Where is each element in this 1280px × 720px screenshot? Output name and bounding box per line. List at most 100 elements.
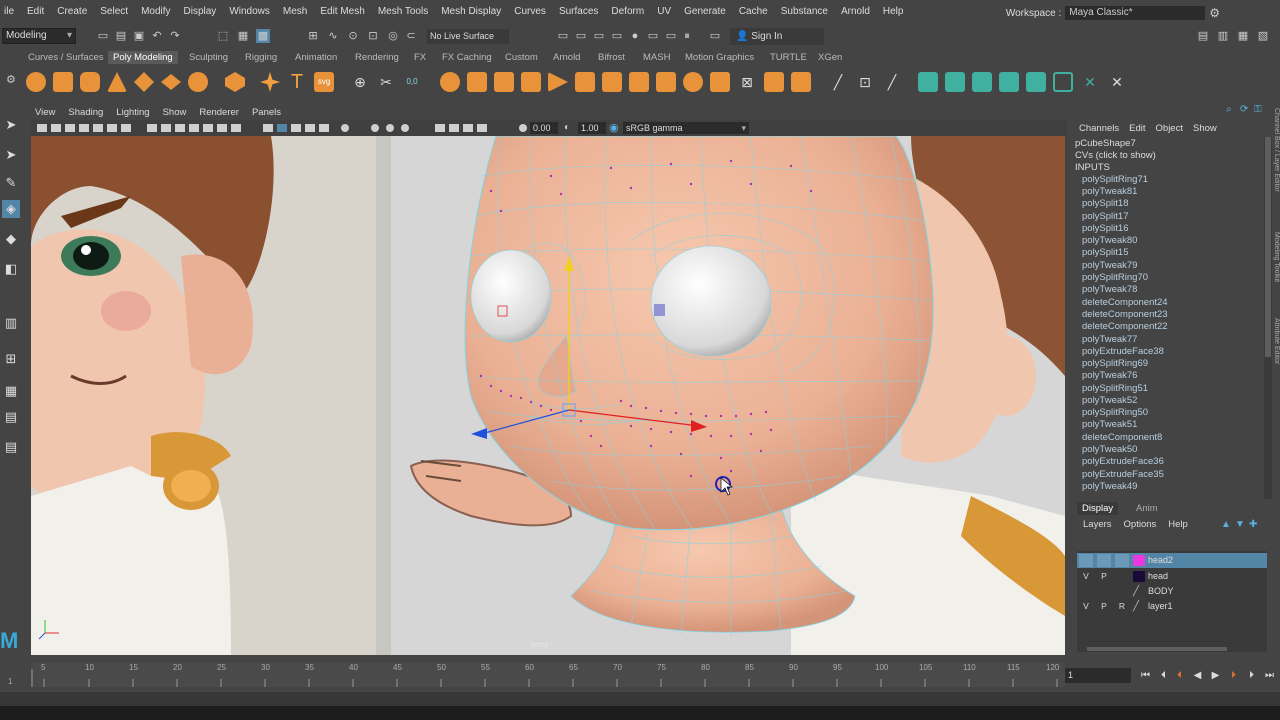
layer-color-swatch[interactable] bbox=[1133, 571, 1145, 582]
panel-menu-panels[interactable]: Panels bbox=[252, 107, 281, 118]
menu-deform[interactable]: Deform bbox=[611, 6, 644, 17]
move-tool-icon[interactable]: ◈ bbox=[2, 200, 20, 218]
layer-playback-toggle[interactable] bbox=[1097, 585, 1111, 598]
lasso-tool-icon[interactable]: ➤ bbox=[2, 146, 20, 164]
uv-cut-icon[interactable]: ✕ bbox=[1080, 72, 1100, 92]
menu-mesh[interactable]: Mesh bbox=[283, 6, 307, 17]
play-backward-icon[interactable]: ◀ bbox=[1190, 668, 1205, 683]
panel-menu-shading[interactable]: Shading bbox=[68, 107, 103, 118]
menu-edit-mesh[interactable]: Edit Mesh bbox=[320, 6, 364, 17]
render-setup-icon[interactable]: ▭ bbox=[646, 29, 660, 43]
uv-editor-icon[interactable] bbox=[1053, 72, 1073, 92]
shelf-tab-motion-graphics[interactable]: Motion Graphics bbox=[685, 52, 754, 63]
input-node[interactable]: polyTweak81 bbox=[1082, 186, 1137, 197]
render-view-icon[interactable]: ▭ bbox=[574, 29, 588, 43]
uv-planar-icon[interactable] bbox=[918, 72, 938, 92]
go-to-end-icon[interactable]: ⏭ bbox=[1262, 668, 1277, 683]
separate-icon[interactable]: ✂ bbox=[376, 72, 396, 92]
view-transform-dropdown[interactable]: sRGB gamma ▾ bbox=[623, 122, 749, 134]
hypershade-icon[interactable]: ● bbox=[628, 29, 642, 43]
move-layer-down-icon[interactable]: ▼ bbox=[1235, 519, 1245, 530]
menu-windows[interactable]: Windows bbox=[229, 6, 270, 17]
layer-name[interactable]: layer1 bbox=[1148, 601, 1173, 611]
layer-color-swatch[interactable] bbox=[1133, 555, 1145, 566]
current-frame-field[interactable]: 1 bbox=[1065, 668, 1131, 683]
render-settings-icon[interactable]: ▭ bbox=[610, 29, 624, 43]
shelf-tab-rigging[interactable]: Rigging bbox=[245, 52, 277, 63]
sign-in-button[interactable]: 👤 Sign In bbox=[730, 28, 824, 45]
shelf-tab-bifrost[interactable]: Bifrost bbox=[598, 52, 625, 63]
single-perspective-layout-icon[interactable]: ▥ bbox=[2, 314, 20, 332]
input-node[interactable]: polyExtrudeFace38 bbox=[1082, 346, 1164, 357]
multi-cut-icon[interactable] bbox=[710, 72, 730, 92]
light-editor-icon[interactable]: ▭ bbox=[664, 29, 678, 43]
modeling-toolkit-icon[interactable]: ▭ bbox=[708, 29, 722, 43]
slide-edge-icon[interactable]: ╱ bbox=[882, 72, 902, 92]
input-node[interactable]: polyTweak76 bbox=[1082, 370, 1137, 381]
menu-set-dropdown[interactable]: Modeling bbox=[2, 28, 76, 44]
ipr-render-icon[interactable]: ▭ bbox=[592, 29, 606, 43]
menu-edit[interactable]: Edit bbox=[27, 6, 44, 17]
layer-tab-anim[interactable]: Anim bbox=[1131, 502, 1163, 515]
shelf-tab-arnold[interactable]: Arnold bbox=[553, 52, 580, 63]
panel-toolbar-icons[interactable] bbox=[35, 120, 535, 136]
channel-box-scrollbar[interactable] bbox=[1264, 137, 1272, 499]
channel-box-menu-object[interactable]: Object bbox=[1156, 123, 1183, 134]
layer-visibility-toggle[interactable]: V bbox=[1079, 600, 1093, 613]
perspective-viewport[interactable]: persp bbox=[31, 136, 1065, 655]
shelf-tab-mash[interactable]: MASH bbox=[643, 52, 670, 63]
input-node[interactable]: polyExtrudeFace35 bbox=[1082, 469, 1164, 480]
menu-file[interactable]: ile bbox=[4, 6, 14, 17]
redo-icon[interactable]: ↷ bbox=[168, 29, 182, 43]
layer-menu-options[interactable]: Options bbox=[1124, 519, 1157, 530]
input-node[interactable]: deleteComponent24 bbox=[1082, 297, 1168, 308]
toggle-channel-box-icon[interactable]: ▧ bbox=[1256, 29, 1270, 43]
far-clip-field[interactable]: 1.00 bbox=[578, 122, 606, 134]
cvs-toggle[interactable]: CVs (click to show) bbox=[1075, 150, 1156, 161]
boolean-union-icon[interactable] bbox=[467, 72, 487, 92]
layer-visibility-toggle[interactable] bbox=[1079, 554, 1093, 567]
side-tab-modeling-toolkit[interactable]: Modeling Toolkit bbox=[1272, 232, 1280, 307]
connect-icon[interactable] bbox=[764, 72, 784, 92]
shelf-tab-poly-modeling[interactable]: Poly Modeling bbox=[108, 51, 178, 64]
svg-tool-icon[interactable]: svg bbox=[314, 72, 334, 92]
shelf-tab-rendering[interactable]: Rendering bbox=[355, 52, 399, 63]
paint-select-tool-icon[interactable]: ✎ bbox=[2, 174, 20, 192]
layer-color-swatch[interactable]: ╱ bbox=[1133, 586, 1145, 597]
fill-hole-icon[interactable] bbox=[656, 72, 676, 92]
menu-create[interactable]: Create bbox=[57, 6, 87, 17]
play-forward-icon[interactable]: ▶ bbox=[1208, 668, 1223, 683]
select-tool-icon[interactable]: ➤ bbox=[2, 116, 20, 134]
snap-magnet-icon[interactable]: ⊂ bbox=[404, 29, 418, 43]
layer-row[interactable]: V P head bbox=[1077, 569, 1267, 584]
poly-torus-icon[interactable] bbox=[161, 74, 181, 90]
type-tool-icon[interactable]: T bbox=[287, 72, 307, 92]
menu-generate[interactable]: Generate bbox=[684, 6, 726, 17]
layer-row[interactable]: ╱ BODY bbox=[1077, 584, 1267, 599]
make-hole-icon[interactable] bbox=[683, 72, 703, 92]
super-shape-icon[interactable] bbox=[260, 72, 280, 92]
menu-surfaces[interactable]: Surfaces bbox=[559, 6, 598, 17]
scrollbar-thumb[interactable] bbox=[1087, 647, 1227, 651]
uv-sew-icon[interactable]: ✕ bbox=[1107, 72, 1127, 92]
snap-point-icon[interactable]: ⊙ bbox=[346, 29, 360, 43]
channel-box-key-icon[interactable]: ⚿ bbox=[1254, 104, 1262, 115]
input-node[interactable]: polySplitRing70 bbox=[1082, 272, 1148, 283]
extrude-icon[interactable] bbox=[548, 72, 568, 92]
menu-modify[interactable]: Modify bbox=[141, 6, 170, 17]
menu-arnold[interactable]: Arnold bbox=[841, 6, 870, 17]
channel-box-refresh-icon[interactable]: ⟳ bbox=[1240, 104, 1248, 115]
side-tab-channel-box[interactable]: Channel Box / Layer Editor bbox=[1272, 108, 1280, 218]
go-to-start-icon[interactable]: ⏮ bbox=[1138, 668, 1153, 683]
mirror-icon[interactable] bbox=[440, 72, 460, 92]
layer-row[interactable]: head2 bbox=[1077, 553, 1267, 568]
side-tab-attribute-editor[interactable]: Attribute Editor bbox=[1272, 318, 1280, 390]
shelf-menu-icon[interactable]: ⚙ bbox=[6, 73, 16, 86]
step-forward-frame-icon[interactable]: ⏵ bbox=[1226, 668, 1241, 683]
layer-menu-help[interactable]: Help bbox=[1168, 519, 1188, 530]
layer-visibility-toggle[interactable]: V bbox=[1079, 570, 1093, 583]
poly-cylinder-icon[interactable] bbox=[80, 72, 100, 92]
input-node[interactable]: polySplitRing51 bbox=[1082, 383, 1148, 394]
layer-reference-toggle[interactable]: R bbox=[1115, 600, 1129, 613]
channel-box-menu-channels[interactable]: Channels bbox=[1079, 123, 1119, 134]
